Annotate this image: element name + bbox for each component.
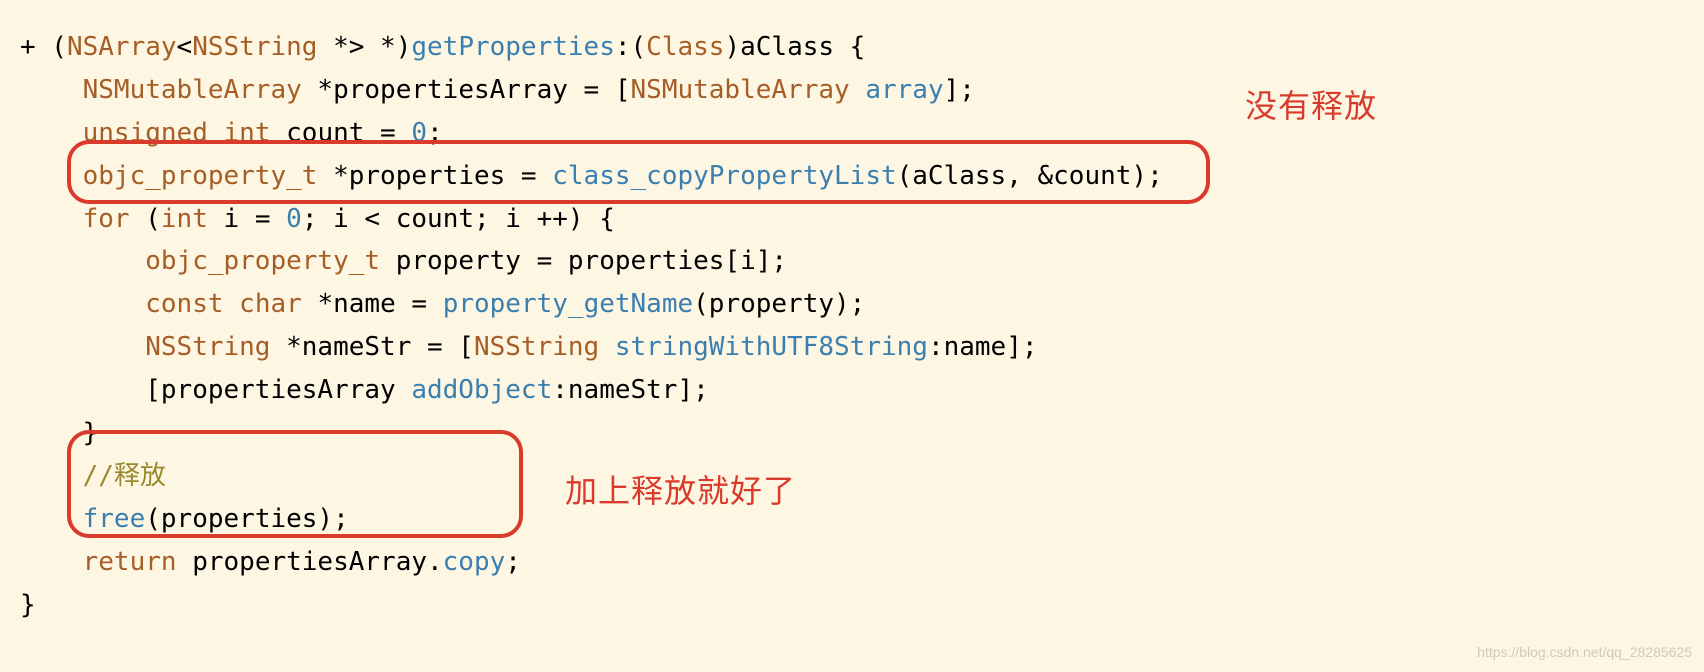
type-objc-property-t: objc_property_t [145,246,380,276]
sp [599,332,615,362]
sp [224,289,240,319]
indent [20,246,145,276]
num-zero: 0 [411,118,427,148]
prop-copy: copy [443,547,506,577]
code-text: *nameStr = [ [270,332,474,362]
indent [20,161,83,191]
brace-close: } [83,418,99,448]
indent [20,204,83,234]
indent [20,461,83,491]
code-text: count = [270,118,411,148]
code-text: *propertiesArray = [ [302,75,631,105]
code-text: ; [427,118,443,148]
code-text: (aClass, &count); [897,161,1163,191]
code-text: < [177,32,193,62]
kw-int: int [224,118,271,148]
annotation-add-release: 加上释放就好了 [565,465,796,518]
code-text: (properties); [145,504,349,534]
method-name: getProperties [411,32,615,62]
indent [20,332,145,362]
sp [850,75,866,105]
msg-stringwithutf8string: stringWithUTF8String [615,332,928,362]
type-nsmutablearray: NSMutableArray [83,75,302,105]
indent [20,504,83,534]
msg-addobject: addObject [411,375,552,405]
msg-array: array [865,75,943,105]
code-block: + (NSArray<NSString *> *)getProperties:(… [20,26,1163,626]
code-text: ; i < count; i ++) { [302,204,615,234]
code-text: (property); [693,289,865,319]
kw-return: return [83,547,177,577]
kw-for: for [83,204,130,234]
brace-close: } [20,590,36,620]
indent [20,289,145,319]
type-objc-property-t: objc_property_t [83,161,318,191]
fn-class-copypropertylist: class_copyPropertyList [552,161,896,191]
num-zero: 0 [286,204,302,234]
code-text: )aClass { [724,32,865,62]
comment-release: //释放 [83,461,166,491]
type-nsmutablearray: NSMutableArray [631,75,850,105]
code-text: [propertiesArray [145,375,411,405]
code-text: *properties = [317,161,552,191]
code-text: propertiesArray. [177,547,443,577]
watermark: https://blog.csdn.net/qq_28285625 [1477,641,1692,664]
code-text: *> *) [317,32,411,62]
code-text: *name = [302,289,443,319]
code-text: + ( [20,32,67,62]
indent [20,375,145,405]
code-text: :nameStr]; [552,375,709,405]
code-text: property = properties[i]; [380,246,787,276]
kw-const: const [145,289,223,319]
fn-free: free [83,504,146,534]
indent [20,118,83,148]
code-text: :name]; [928,332,1038,362]
kw-char: char [239,289,302,319]
type-nsstring: NSString [474,332,599,362]
kw-unsigned: unsigned [83,118,208,148]
indent [20,547,83,577]
indent [20,418,83,448]
annotation-no-release: 没有释放 [1245,80,1377,133]
code-text: i = [208,204,286,234]
code-text: ; [505,547,521,577]
indent [20,75,83,105]
type-nsarray: NSArray [67,32,177,62]
code-text: :( [615,32,646,62]
sp [208,118,224,148]
code-text: ]; [944,75,975,105]
type-nsstring: NSString [192,32,317,62]
type-nsstring: NSString [145,332,270,362]
kw-int: int [161,204,208,234]
type-class: Class [646,32,724,62]
fn-property-getname: property_getName [443,289,693,319]
code-text: ( [130,204,161,234]
